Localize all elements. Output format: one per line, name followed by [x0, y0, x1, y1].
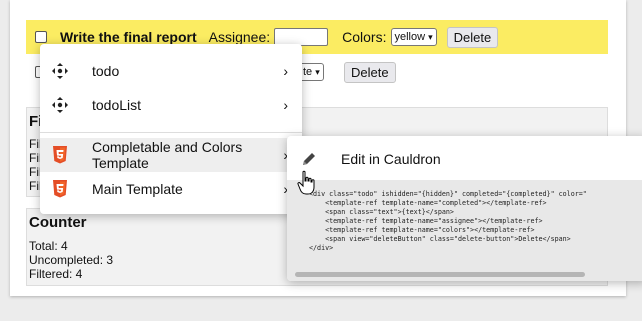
menu-item-label: todoList — [92, 97, 142, 113]
counter-filtered: Filtered: 4 — [29, 267, 83, 281]
chevron-down-icon: ▾ — [428, 31, 433, 42]
move-icon — [50, 95, 70, 115]
menu-item-label: Completable and Colors Template — [92, 139, 243, 171]
edit-in-cauldron-item[interactable]: Edit in Cauldron — [287, 144, 642, 174]
html5-icon — [50, 179, 70, 199]
color-select[interactable]: te ▾ — [299, 63, 324, 81]
pencil-icon — [303, 153, 315, 165]
move-icon — [50, 61, 70, 81]
menu-item-label: Main Template — [92, 181, 183, 197]
colors-label: Colors: — [342, 29, 387, 45]
template-code: <div class="todo" ishidden="{hidden}" co… — [309, 190, 587, 252]
assignee-label: Assignee: — [208, 29, 271, 45]
menu-item-todo[interactable]: todo › — [40, 54, 302, 88]
delete-button[interactable]: Delete — [344, 61, 396, 83]
delete-button[interactable]: Delete — [446, 26, 499, 48]
menu-item-label: todo — [92, 63, 120, 79]
menu-item-main-template[interactable]: Main Template › — [40, 172, 302, 206]
menu-item-todolist[interactable]: todoList › — [40, 88, 302, 122]
template-code-preview: <div class="todo" ishidden="{hidden}" co… — [287, 180, 642, 281]
html5-icon — [50, 145, 70, 165]
menu-divider — [40, 132, 302, 133]
counter-uncompleted: Uncompleted: 3 — [29, 253, 114, 267]
horizontal-scrollbar[interactable] — [295, 272, 585, 277]
chevron-right-icon: › — [283, 63, 288, 79]
completed-checkbox[interactable] — [35, 31, 47, 43]
counter-total: Total: 4 — [29, 239, 68, 253]
color-select[interactable]: yellow ▾ — [390, 28, 437, 46]
color-select-value: yellow — [394, 31, 426, 43]
menu-item-completable-colors-template[interactable]: Completable and Colors Template › — [40, 138, 302, 172]
counter-title: Counter — [29, 214, 87, 231]
hand-pointer-icon — [297, 170, 315, 195]
chevron-right-icon: › — [283, 97, 288, 113]
todo-text: Write the final report — [60, 29, 197, 45]
edit-in-cauldron-label: Edit in Cauldron — [341, 151, 441, 167]
color-select-value: te — [303, 66, 313, 78]
context-menu: todo › todoList › Completable and Colors… — [40, 44, 302, 214]
chevron-down-icon: ▾ — [315, 66, 320, 77]
template-submenu: Edit in Cauldron <div class="todo" ishid… — [287, 136, 642, 281]
